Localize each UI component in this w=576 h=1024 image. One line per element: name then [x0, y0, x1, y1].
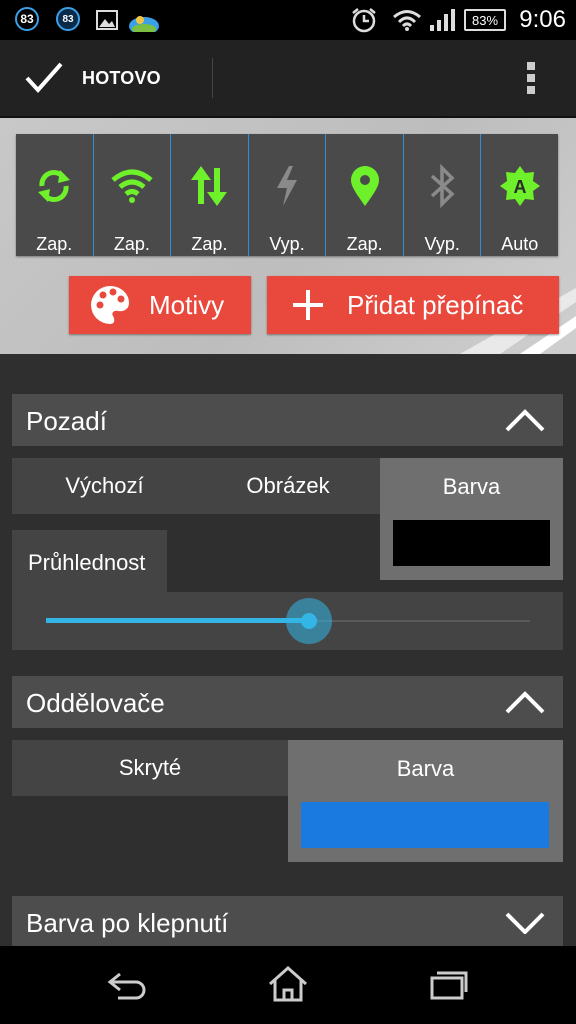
transparency-label-tab: Průhlednost — [12, 530, 167, 592]
option-hidden[interactable]: Skryté — [12, 740, 288, 796]
divider — [212, 58, 213, 98]
signal-icon — [430, 9, 455, 31]
dividers-section-header[interactable]: Oddělovače — [12, 676, 563, 728]
toggle-label: Vyp. — [269, 234, 305, 254]
add-toggle-label: Přidat přepínač — [347, 289, 524, 320]
data-transfer-icon — [191, 166, 228, 206]
battery-icon: 83% — [464, 9, 506, 31]
clock: 9:06 — [519, 6, 566, 33]
checkmark-icon — [25, 62, 63, 93]
notification-badge: 83 — [56, 7, 80, 31]
option-label: Barva — [396, 756, 455, 781]
toggle-label: Vyp. — [424, 234, 460, 254]
weather-icon — [129, 16, 159, 32]
flash-icon — [277, 166, 298, 206]
section-title: Barva po klepnutí — [26, 908, 229, 938]
navigation-bar — [0, 946, 576, 1024]
themes-label: Motivy — [149, 289, 225, 320]
background-color-swatch[interactable] — [393, 520, 550, 566]
option-image[interactable]: Obrázek — [197, 458, 379, 514]
toggle-brightness[interactable]: A Auto — [481, 134, 558, 256]
plus-icon — [293, 290, 323, 320]
toggle-wifi[interactable]: Zap. — [94, 134, 172, 256]
background-section-header[interactable]: Pozadí — [12, 394, 563, 446]
transparency-label: Průhlednost — [28, 550, 146, 575]
sync-icon — [38, 170, 71, 202]
toggle-bar: Zap. Zap. Zap. Vyp. Zap. Vyp. A Auto — [16, 134, 558, 256]
overflow-menu-button[interactable] — [508, 50, 556, 106]
toggle-label: Zap. — [191, 234, 228, 254]
palette-icon — [91, 286, 129, 324]
tap-color-section-header[interactable]: Barva po klepnutí — [12, 896, 563, 946]
status-bar: 83 83 83% 9:06 — [0, 0, 576, 40]
toggle-sync[interactable]: Zap. — [16, 134, 94, 256]
home-icon[interactable] — [266, 964, 310, 1004]
recents-icon[interactable] — [428, 970, 468, 1000]
section-title: Oddělovače — [26, 688, 165, 718]
auto-brightness-icon: A — [499, 166, 540, 206]
back-icon[interactable] — [106, 968, 150, 1002]
chevron-up-icon — [505, 691, 545, 714]
toggle-label: Zap. — [346, 234, 383, 254]
slider-thumb[interactable] — [286, 598, 332, 644]
toggle-label: Zap. — [36, 234, 73, 254]
divider-color-swatch[interactable] — [301, 802, 549, 848]
section-title: Pozadí — [26, 406, 107, 436]
notification-badge: 83 — [15, 7, 39, 31]
done-button[interactable]: HOTOVO — [0, 40, 212, 116]
svg-text:A: A — [513, 177, 526, 197]
option-label: Barva — [442, 474, 501, 499]
dividers-options: Skryté — [12, 740, 288, 796]
option-default[interactable]: Výchozí — [12, 458, 197, 514]
wifi-icon — [393, 10, 421, 31]
option-color[interactable]: Barva — [380, 458, 563, 580]
option-color[interactable]: Barva — [288, 740, 563, 862]
toggle-flash[interactable]: Vyp. — [249, 134, 327, 256]
action-bar: HOTOVO — [0, 40, 576, 118]
toggle-bluetooth[interactable]: Vyp. — [404, 134, 482, 256]
toggle-label: Zap. — [113, 234, 150, 254]
toggle-label: Auto — [501, 234, 539, 254]
chevron-up-icon — [505, 409, 545, 432]
bluetooth-icon — [431, 164, 455, 208]
transparency-slider-row — [12, 592, 563, 650]
toggle-location[interactable]: Zap. — [326, 134, 404, 256]
wifi-icon — [111, 169, 153, 203]
done-label: HOTOVO — [82, 68, 161, 88]
widget-preview: Zap. Zap. Zap. Vyp. Zap. Vyp. A Auto Mot… — [0, 118, 576, 354]
toggle-data[interactable]: Zap. — [171, 134, 249, 256]
chevron-down-icon — [505, 912, 545, 934]
slider-fill — [46, 618, 309, 623]
image-icon — [96, 10, 118, 30]
themes-button[interactable]: Motivy — [69, 276, 251, 334]
alarm-icon — [352, 8, 376, 33]
location-icon — [350, 166, 379, 206]
add-toggle-button[interactable]: Přidat přepínač — [267, 276, 559, 334]
